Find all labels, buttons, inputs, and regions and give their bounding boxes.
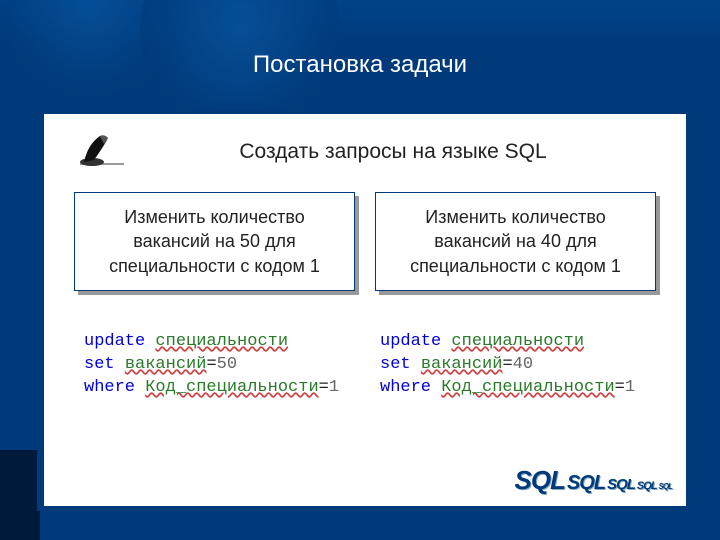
sql-logo-text: SQL [515,465,565,496]
slide-header: Постановка задачи [0,0,720,110]
task-box-1: Изменить количество вакансий на 50 для с… [74,192,355,291]
sql-logo-text: SQL [567,472,605,495]
literal-value: 1 [329,378,339,397]
sql-logo-text: SQL [659,482,672,491]
identifier-table: специальности [155,332,288,351]
sql-logo: SQL SQL SQL SQL SQL [515,465,673,496]
keyword-where: where [84,378,135,397]
identifier-column: вакансий [421,355,503,374]
code-row: update специальности set вакансий=50 whe… [44,301,686,410]
identifier-column: вакансий [125,355,207,374]
literal-value: 1 [625,378,635,397]
sql-logo-text: SQL [607,476,635,493]
keyword-set: set [84,355,115,374]
decorative-strip [0,450,40,540]
literal-value: 50 [217,355,237,374]
keyword-update: update [380,332,441,351]
literal-value: 40 [513,355,533,374]
keyword-set: set [380,355,411,374]
slide-title: Постановка задачи [253,51,467,79]
identifier-column: Код_специальности [441,378,614,397]
keyword-update: update [84,332,145,351]
identifier-table: специальности [451,332,584,351]
keyword-where: where [380,378,431,397]
pen-writing-icon [74,132,130,172]
subtitle-text: Создать запросы на языке SQL [170,140,616,164]
sql-logo-text: SQL [637,480,657,492]
task-box-2: Изменить количество вакансий на 40 для с… [375,192,656,291]
code-block-2: update специальности set вакансий=40 whe… [380,331,656,400]
task-row: Изменить количество вакансий на 50 для с… [44,182,686,301]
identifier-column: Код_специальности [145,378,318,397]
code-block-1: update специальности set вакансий=50 whe… [84,331,360,400]
subtitle-row: Создать запросы на языке SQL [44,114,686,182]
content-frame: Создать запросы на языке SQL Изменить ко… [40,110,688,508]
